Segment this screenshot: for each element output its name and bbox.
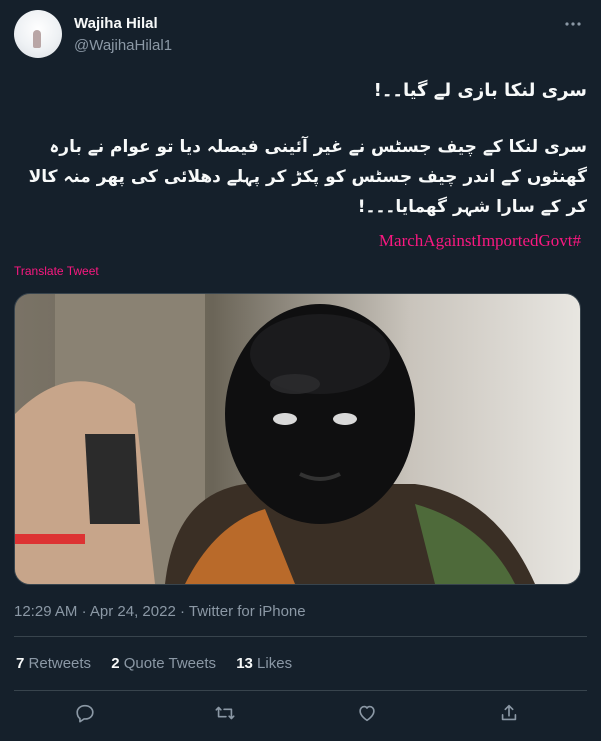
translate-tweet-link[interactable]: Translate Tweet <box>14 264 99 278</box>
tweet-time[interactable]: 12:29 AM <box>14 603 77 620</box>
retweets-stat[interactable]: 7 Retweets <box>16 655 91 672</box>
reply-icon[interactable] <box>74 702 100 728</box>
tweet-meta: 12:29 AM · Apr 24, 2022 · Twitter for iP… <box>14 603 306 620</box>
likes-count: 13 <box>236 655 253 672</box>
retweets-label: Retweets <box>28 655 92 672</box>
meta-separator: · <box>179 603 185 620</box>
tweet-text-line-1: سری لنکا بازی لے گیا۔۔! <box>373 80 587 101</box>
quote-tweets-stat[interactable]: 2 Quote Tweets <box>111 655 216 672</box>
retweets-count: 7 <box>16 655 25 672</box>
display-name[interactable]: Wajiha Hilal <box>74 15 158 32</box>
divider <box>14 636 587 637</box>
quote-tweets-label: Quote Tweets <box>123 655 217 672</box>
likes-stat[interactable]: 13 Likes <box>236 655 292 672</box>
tweet-header: Wajiha Hilal @WajihaHilal1 <box>14 10 587 62</box>
tweet-source[interactable]: Twitter for iPhone <box>189 603 306 620</box>
action-bar <box>14 700 587 730</box>
hashtag-link[interactable]: MarchAgainstImportedGovt# <box>379 231 581 251</box>
photo-image <box>15 294 580 584</box>
quote-tweets-count: 2 <box>111 655 120 672</box>
tweet-text-line-2: سری لنکا کے چیف جسٹس نے غیر آئینی فیصلہ … <box>28 137 587 217</box>
likes-label: Likes <box>257 655 293 672</box>
divider <box>14 690 587 691</box>
retweet-icon[interactable] <box>214 702 240 728</box>
user-handle[interactable]: @WajihaHilal1 <box>74 37 172 54</box>
heart-icon[interactable] <box>356 702 382 728</box>
tweet-date[interactable]: Apr 24, 2022 <box>90 603 176 620</box>
tweet-stats: 7 Retweets 2 Quote Tweets 13 Likes <box>16 655 308 672</box>
tweet-photo[interactable] <box>14 293 581 585</box>
meta-separator: · <box>81 603 87 620</box>
share-icon[interactable] <box>498 702 524 728</box>
more-horizontal-icon[interactable] <box>563 14 583 34</box>
avatar[interactable] <box>14 10 62 58</box>
